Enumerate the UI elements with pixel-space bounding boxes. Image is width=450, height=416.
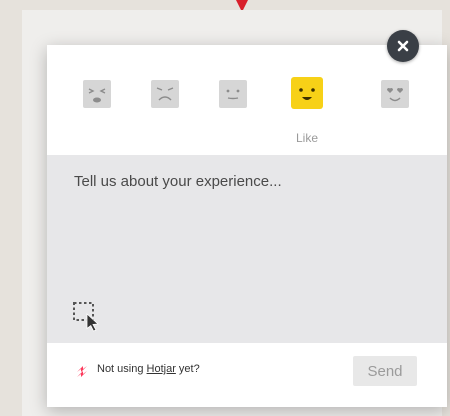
love-face-icon[interactable] <box>380 79 410 109</box>
selected-face-label: Like <box>295 131 318 145</box>
promo-suffix: yet? <box>175 363 200 375</box>
send-button[interactable]: Send <box>353 356 417 386</box>
hotjar-link[interactable]: Hotjar <box>147 363 176 375</box>
comment-area <box>47 155 447 343</box>
dislike-face-icon[interactable] <box>150 79 180 109</box>
select-element-icon[interactable] <box>71 300 103 332</box>
feedback-widget: Like Not using Hotjar yet? Send <box>47 30 447 407</box>
comment-input[interactable] <box>47 155 447 285</box>
promo-prefix: Not using <box>97 363 147 375</box>
like-face-icon[interactable] <box>290 76 324 110</box>
promo-text: Not using Hotjar yet? <box>97 363 200 375</box>
neutral-face-icon[interactable] <box>218 79 248 109</box>
hate-face-icon[interactable] <box>82 79 112 109</box>
footer: Not using Hotjar yet? Send <box>47 343 447 407</box>
emotion-rating: Like <box>47 45 410 155</box>
hotjar-logo-icon <box>77 366 87 377</box>
